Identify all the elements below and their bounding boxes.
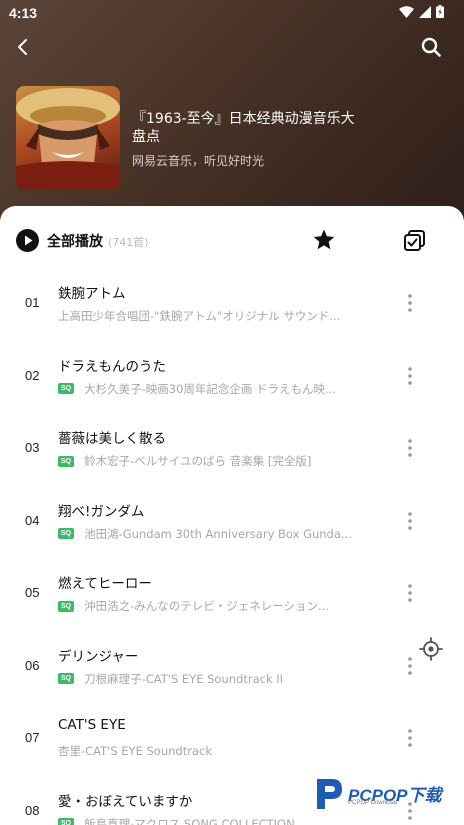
search-button[interactable]: [420, 36, 442, 58]
song-number: 01: [25, 295, 40, 310]
song-row[interactable]: 05 燃えてヒーロー SQ 沖田浩之-みんなのテレビ・ジェネレーション...: [0, 558, 464, 631]
song-meta: SQ 刀根麻理子-CAT'S EYE Soundtrack II: [58, 671, 358, 687]
cover-artwork: [16, 88, 120, 190]
song-row[interactable]: 02 ドラえもんのうた SQ 大杉久美子-映画30周年記念企画 ドラえもん映..…: [0, 341, 464, 414]
sq-quality-badge: SQ: [58, 673, 75, 684]
song-title: CAT'S EYE: [58, 717, 126, 733]
song-number: 08: [25, 802, 40, 818]
status-icons: [399, 5, 444, 18]
watermark: PCPOP下载 PCPOP Download: [314, 777, 459, 815]
song-number: 07: [25, 730, 40, 745]
playlist-title: 『1963-至今』日本经典动漫音乐大盘点: [132, 111, 355, 145]
song-meta: 杏里-CAT'S EYE Soundtrack: [58, 743, 358, 759]
song-title: ドラえもんのうた: [58, 358, 166, 375]
song-number: 06: [25, 657, 40, 673]
song-title: 燃えてヒーロー: [58, 576, 152, 592]
song-title: 鉄腕アトム: [58, 286, 126, 302]
song-artist-album: 刀根麻理子-CAT'S EYE Soundtrack II: [84, 671, 284, 686]
song-meta: SQ 大杉久美子-映画30周年記念企画 ドラえもん映...: [58, 381, 358, 397]
sq-quality-badge: SQ: [58, 528, 75, 539]
playlist-cover-image[interactable]: [16, 86, 120, 190]
song-artist-album: 飯島真理-マクロス SONG COLLECTION: [84, 816, 295, 825]
song-number: 04: [25, 512, 40, 528]
song-count: (741首): [108, 236, 149, 249]
more-options-icon[interactable]: [404, 365, 416, 387]
song-artist-album: 上高田少年合唱団-"鉄腕アトム"オリジナル サウンド...: [58, 309, 341, 323]
battery-icon: [436, 5, 444, 18]
song-artist-album: 沖田浩之-みんなのテレビ・ジェネレーション...: [84, 599, 330, 613]
song-artist-album: 大杉久美子-映画30周年記念企画 ドラえもん映...: [84, 381, 337, 396]
song-title: 薔薇は美しく散る: [58, 431, 166, 447]
more-options-icon[interactable]: [404, 582, 416, 604]
song-meta: SQ 池田鴻-Gundam 30th Anniversary Box Gunda…: [58, 526, 358, 542]
song-artist-album: 杏里-CAT'S EYE Soundtrack: [58, 744, 212, 758]
status-bar: 4:13: [0, 0, 464, 26]
signal-icon: [419, 5, 431, 18]
more-options-icon[interactable]: [404, 727, 416, 749]
locate-current-song-icon[interactable]: [418, 636, 444, 662]
sq-quality-badge: SQ: [58, 383, 75, 394]
song-meta: 上高田少年合唱団-"鉄腕アトム"オリジナル サウンド...: [58, 308, 358, 324]
song-artist-album: 池田鴻-Gundam 30th Anniversary Box Gundam..…: [84, 526, 358, 541]
song-row[interactable]: 04 翔べ!ガンダム SQ 池田鴻-Gundam 30th Anniversar…: [0, 486, 464, 559]
song-list: 01 鉄腕アトム 上高田少年合唱団-"鉄腕アトム"オリジナル サウンド... 0…: [0, 268, 464, 825]
song-meta: SQ 鈴木宏子-ベルサイユのばら 音楽集 [完全版]: [58, 453, 358, 469]
watermark-subtext: PCPOP Download: [348, 800, 398, 806]
song-list-sheet: 全部播放 (741首) 01 鉄腕アトム 上高田少年合唱団-"鉄腕アトム"オリジ…: [0, 206, 464, 825]
song-row[interactable]: 03 薔薇は美しく散る SQ 鈴木宏子-ベルサイユのばら 音楽集 [完全版]: [0, 413, 464, 486]
multi-select-icon[interactable]: [403, 229, 426, 252]
song-row[interactable]: 06 デリンジャー SQ 刀根麻理子-CAT'S EYE Soundtrack …: [0, 631, 464, 704]
play-all-button[interactable]: 全部播放: [47, 231, 103, 251]
song-row[interactable]: 07 CAT'S EYE 杏里-CAT'S EYE Soundtrack: [0, 703, 464, 776]
song-title: 翔べ!ガンダム: [58, 503, 145, 520]
sq-quality-badge: SQ: [58, 818, 75, 825]
sq-quality-badge: SQ: [58, 600, 75, 612]
song-meta: SQ 沖田浩之-みんなのテレビ・ジェネレーション...: [58, 598, 358, 614]
song-number: 03: [25, 440, 40, 455]
more-options-icon[interactable]: [404, 437, 416, 459]
song-row[interactable]: 01 鉄腕アトム 上高田少年合唱団-"鉄腕アトム"オリジナル サウンド...: [0, 268, 464, 341]
song-number: 02: [25, 367, 40, 383]
song-meta: SQ 飯島真理-マクロス SONG COLLECTION: [58, 816, 358, 825]
watermark-logo: [317, 779, 342, 809]
song-title: デリンジャー: [58, 648, 139, 665]
more-options-icon[interactable]: [404, 655, 416, 677]
status-time: 4:13: [9, 5, 38, 21]
playlist-subtitle[interactable]: 网易云音乐，听见好时光: [132, 152, 264, 169]
song-number: 05: [25, 585, 40, 600]
wifi-icon: [399, 5, 414, 18]
list-toolbar: 全部播放 (741首): [0, 206, 464, 276]
more-options-icon[interactable]: [404, 510, 416, 532]
play-circle-icon[interactable]: [16, 229, 39, 252]
sq-quality-badge: SQ: [58, 455, 75, 467]
back-button[interactable]: [12, 36, 34, 58]
more-options-icon[interactable]: [404, 292, 416, 314]
song-artist-album: 鈴木宏子-ベルサイユのばら 音楽集 [完全版]: [84, 454, 312, 468]
star-icon[interactable]: [312, 228, 336, 252]
song-title: 愛・おぼえていますか: [58, 793, 193, 810]
